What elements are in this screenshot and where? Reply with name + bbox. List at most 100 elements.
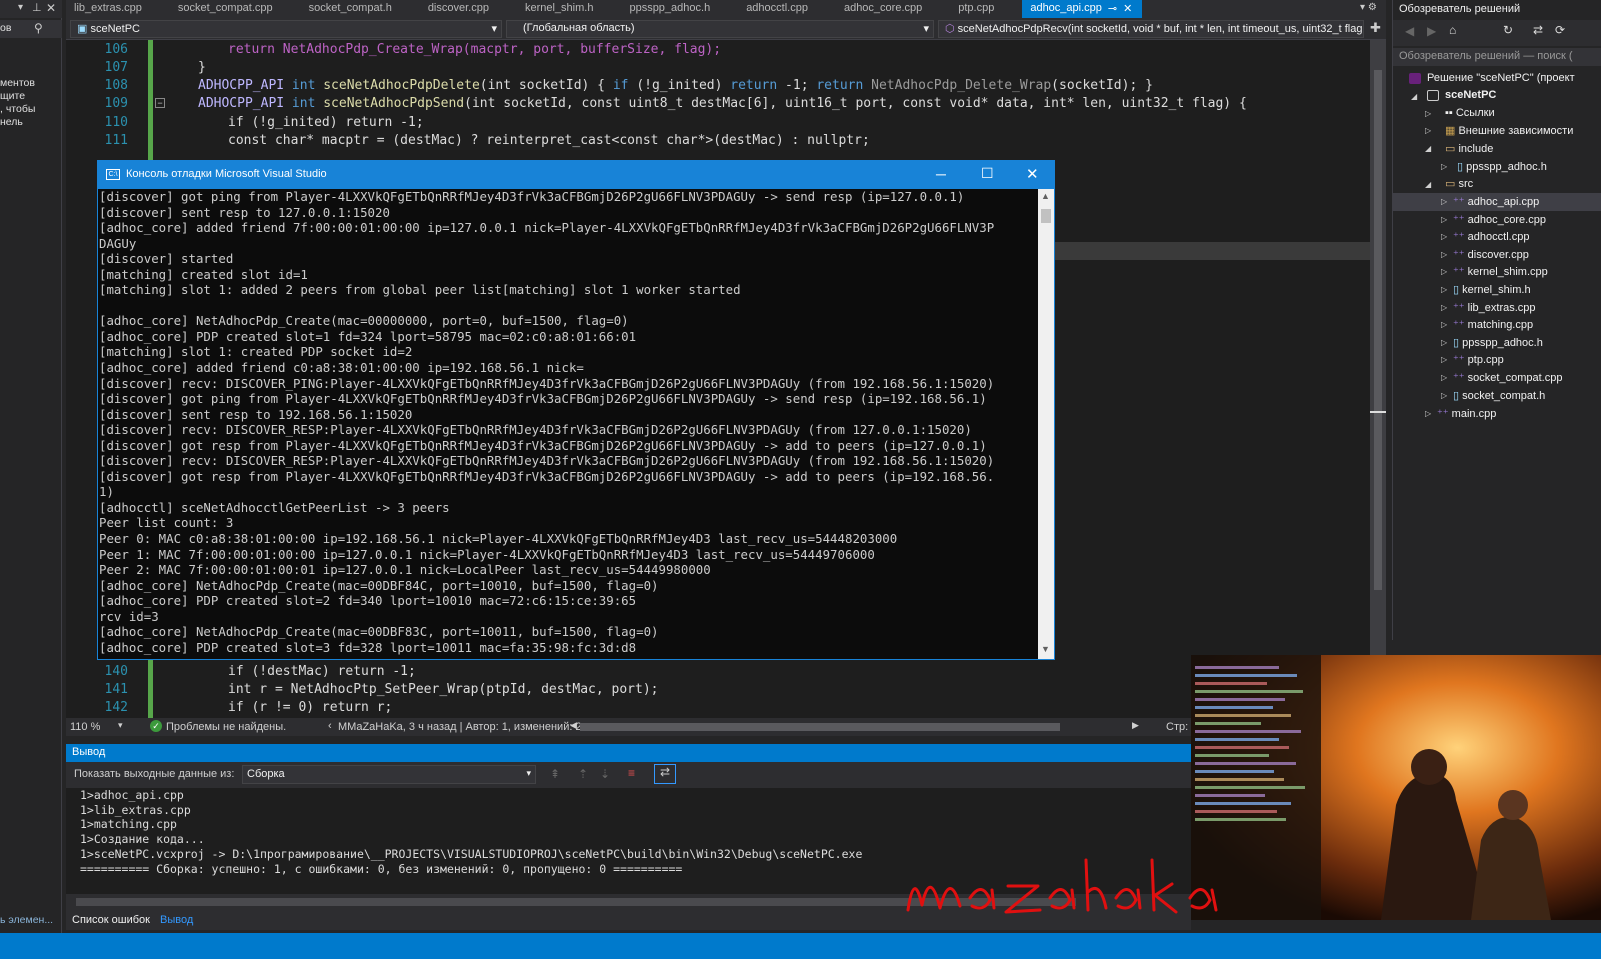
- tab-socket-compat-cpp[interactable]: socket_compat.cpp: [170, 0, 283, 18]
- file-item[interactable]: ⁺⁺ adhocctl.cpp: [1453, 230, 1529, 243]
- back-icon[interactable]: ◀: [1405, 24, 1414, 38]
- expand-icon[interactable]: ▷: [1441, 338, 1447, 347]
- clear-all-icon[interactable]: ≡: [628, 766, 635, 780]
- file-item-main[interactable]: ⁺⁺ main.cpp: [1437, 407, 1496, 420]
- history-icon[interactable]: ↻: [1503, 23, 1513, 37]
- folder-src[interactable]: ▭ src: [1445, 177, 1473, 190]
- minimize-icon[interactable]: ─: [936, 166, 946, 182]
- console-scrollbar[interactable]: ▲ ▼: [1038, 189, 1054, 659]
- expand-icon[interactable]: ▷: [1441, 355, 1447, 364]
- solution-search-input[interactable]: Обозреватель решений — поиск (: [1393, 48, 1601, 66]
- close-tab-icon[interactable]: ✕: [1123, 2, 1132, 18]
- tab-ppsspp-adhoc[interactable]: ppsspp_adhoc.h: [621, 0, 720, 18]
- tab-adhoc-api[interactable]: adhoc_api.cpp ⊸ ✕: [1022, 0, 1143, 18]
- scroll-thumb[interactable]: [1041, 209, 1051, 223]
- expand-icon[interactable]: ▷: [1425, 409, 1431, 418]
- collapse-icon[interactable]: ◢: [1425, 180, 1431, 189]
- chevron-down-icon[interactable]: ▾: [118, 720, 123, 731]
- expand-icon[interactable]: ▷: [1441, 303, 1447, 312]
- tab-socket-compat-h[interactable]: socket_compat.h: [301, 0, 402, 18]
- tab-overflow[interactable]: ▾ ⚙: [1356, 0, 1386, 18]
- expand-icon[interactable]: ▷: [1441, 267, 1447, 276]
- expand-icon[interactable]: ▷: [1441, 197, 1447, 206]
- gear-icon[interactable]: ⚙: [1368, 2, 1377, 13]
- left-panel-bottom-link[interactable]: ь элемен...: [0, 914, 53, 926]
- file-item[interactable]: ⁺⁺ lib_extras.cpp: [1453, 301, 1536, 314]
- scroll-left-icon[interactable]: ◀: [570, 720, 577, 731]
- file-item[interactable]: ▯ kernel_shim.h: [1453, 283, 1531, 296]
- maximize-icon[interactable]: ☐: [981, 165, 994, 182]
- project-dropdown[interactable]: ▣ sceNetPC ▾: [70, 20, 502, 38]
- scroll-down-icon[interactable]: ▼: [1041, 644, 1050, 654]
- external-deps-node[interactable]: ▦ Внешние зависимости: [1445, 124, 1573, 137]
- editor-vertical-scrollbar[interactable]: [1370, 40, 1386, 718]
- expand-icon[interactable]: ▷: [1441, 285, 1447, 294]
- tab-lib-extras[interactable]: lib_extras.cpp: [66, 0, 152, 18]
- expand-icon[interactable]: ▷: [1441, 215, 1447, 224]
- expand-icon[interactable]: ▷: [1425, 109, 1431, 118]
- file-item[interactable]: ⁺⁺ socket_compat.cpp: [1453, 371, 1562, 384]
- project-icon: ▣: [77, 23, 91, 35]
- file-item[interactable]: ⁺⁺ adhoc_core.cpp: [1453, 213, 1546, 226]
- pin-icon[interactable]: ⊸: [1108, 2, 1117, 18]
- home-icon[interactable]: ⌂: [1449, 23, 1456, 37]
- collapse-icon[interactable]: −: [155, 98, 165, 108]
- project-node[interactable]: sceNetPC: [1445, 89, 1496, 101]
- expand-icon[interactable]: ▷: [1425, 126, 1431, 135]
- close-icon[interactable]: ✕: [46, 1, 56, 15]
- tab-ptp[interactable]: ptp.cpp: [950, 0, 1004, 18]
- collapse-icon[interactable]: ◢: [1411, 92, 1417, 101]
- expand-icon[interactable]: ▷: [1441, 391, 1447, 400]
- expand-icon[interactable]: ▷: [1441, 320, 1447, 329]
- file-item[interactable]: ▯ socket_compat.h: [1453, 389, 1545, 402]
- problems-status[interactable]: Проблемы не найдены.: [166, 721, 286, 733]
- dropdown-icon[interactable]: ▾: [18, 2, 23, 13]
- scroll-right-icon[interactable]: ▶: [1132, 720, 1139, 731]
- console-title-bar[interactable]: C:\ Консоль отладки Microsoft Visual Stu…: [98, 161, 1054, 189]
- expand-icon[interactable]: ▷: [1441, 232, 1447, 241]
- close-icon[interactable]: ✕: [1026, 165, 1039, 183]
- debug-console-window[interactable]: C:\ Консоль отладки Microsoft Visual Stu…: [97, 160, 1055, 660]
- git-blame-info[interactable]: MMaZaHaKa, 3 ч назад | Автор: 1, изменен…: [338, 721, 582, 733]
- search-icon[interactable]: ⚲: [34, 21, 43, 35]
- scroll-up-icon[interactable]: ▲: [1041, 191, 1050, 201]
- console-output[interactable]: [discover] got ping from Player-4LXXVkQF…: [98, 189, 1038, 659]
- split-icon[interactable]: ✚: [1370, 20, 1381, 36]
- tab-output[interactable]: Вывод: [160, 914, 193, 926]
- refresh-icon[interactable]: ⟳: [1555, 23, 1565, 37]
- file-item[interactable]: ⁺⁺ matching.cpp: [1453, 318, 1533, 331]
- file-item[interactable]: ▯ ppsspp_adhoc.h: [1453, 336, 1543, 349]
- file-item[interactable]: ⁺⁺ ptp.cpp: [1453, 353, 1504, 366]
- collapse-icon[interactable]: ◢: [1425, 144, 1431, 153]
- output-source-select[interactable]: Сборка ▾: [242, 765, 536, 784]
- tab-kernel-shim[interactable]: kernel_shim.h: [517, 0, 603, 18]
- tab-error-list[interactable]: Список ошибок: [72, 914, 150, 926]
- file-item[interactable]: ⁺⁺ kernel_shim.cpp: [1453, 265, 1548, 278]
- expand-icon[interactable]: ▷: [1441, 250, 1447, 259]
- find-message-icon[interactable]: ⇞: [550, 767, 560, 781]
- file-item[interactable]: ⁺⁺ adhoc_api.cpp: [1453, 195, 1539, 208]
- expand-icon[interactable]: ▷: [1441, 373, 1447, 382]
- left-panel-search[interactable]: ов ⚲: [0, 20, 62, 38]
- sync-icon[interactable]: ⇄: [1533, 23, 1543, 37]
- scroll-thumb[interactable]: [1374, 70, 1382, 590]
- solution-node[interactable]: Решение "sceNetPC" (проект: [1427, 72, 1575, 84]
- member-dropdown[interactable]: ⬡ sceNetAdhocPdpRecv(int socketId, void …: [938, 20, 1364, 38]
- pin-icon[interactable]: ⊥: [32, 1, 42, 14]
- word-wrap-icon[interactable]: ⇄: [654, 764, 676, 784]
- expand-icon[interactable]: ▷: [1441, 162, 1447, 171]
- tab-discover[interactable]: discover.cpp: [420, 0, 499, 18]
- horizontal-scroll-thumb[interactable]: [580, 723, 1060, 731]
- folder-include[interactable]: ▭ include: [1445, 142, 1493, 155]
- chevron-down-icon[interactable]: ▾: [1360, 2, 1365, 13]
- references-node[interactable]: ▪▪ Ссылки: [1445, 107, 1495, 119]
- zoom-level[interactable]: 110 %: [70, 721, 100, 733]
- scope-dropdown[interactable]: (Глобальная область) ▾: [506, 20, 934, 38]
- prev-message-icon[interactable]: ⇡: [578, 767, 588, 781]
- next-message-icon[interactable]: ⇣: [600, 767, 610, 781]
- tab-adhocctl[interactable]: adhocctl.cpp: [738, 0, 818, 18]
- tab-adhoc-core[interactable]: adhoc_core.cpp: [836, 0, 932, 18]
- forward-icon[interactable]: ▶: [1427, 24, 1436, 38]
- file-item[interactable]: ⁺⁺ discover.cpp: [1453, 248, 1529, 261]
- file-item[interactable]: ▯ ppsspp_adhoc.h: [1457, 160, 1547, 173]
